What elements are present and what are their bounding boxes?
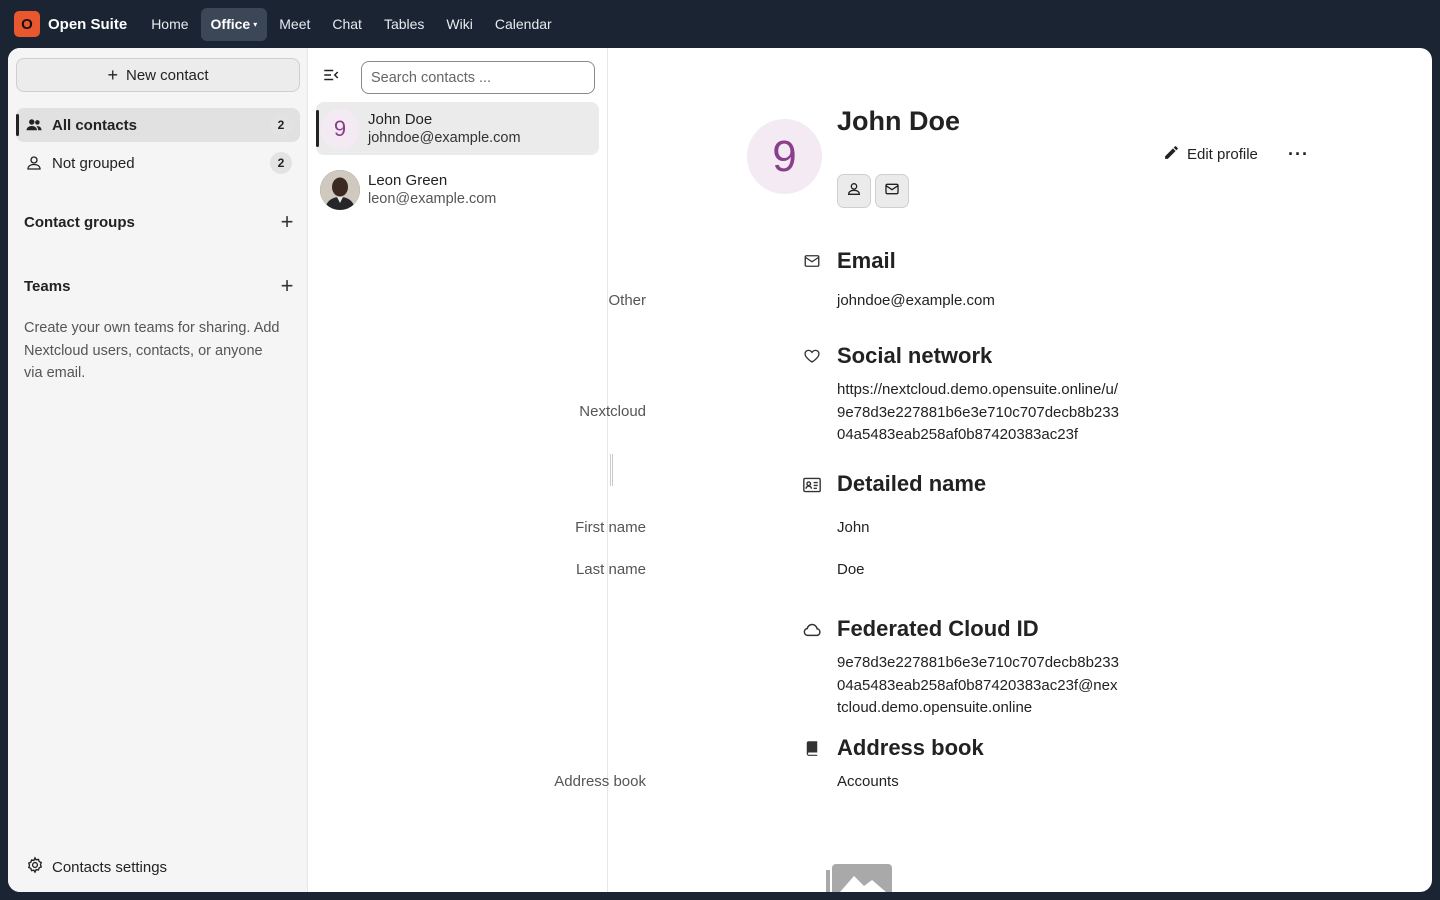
heart-icon (801, 345, 823, 367)
contact-avatar[interactable]: 9 (747, 119, 822, 194)
email-value[interactable]: johndoe@example.com (837, 290, 995, 313)
counter-badge: 2 (270, 152, 292, 174)
contact-title: John Doe (837, 106, 961, 136)
id-card-icon (801, 474, 823, 496)
nav-office-label: Office (210, 15, 251, 32)
add-group-button[interactable]: + (277, 211, 297, 233)
detailed-name-section-title: Detailed name (837, 471, 987, 496)
nav-all-contacts-label: All contacts (52, 116, 138, 134)
quick-actions (837, 174, 913, 208)
nav-not-grouped-label: Not grouped (52, 154, 135, 172)
last-name-label: Last name (575, 561, 646, 578)
nav-tables[interactable]: Tables (374, 8, 434, 41)
app-navigation: + New contact All contacts 2 Not grouped… (8, 48, 308, 892)
first-name-value[interactable]: John (837, 517, 870, 540)
nav-home[interactable]: Home (141, 8, 198, 41)
pencil-icon (1163, 144, 1180, 165)
nav-office[interactable]: Office ▾ (200, 7, 268, 41)
contact-name: Leon Green (368, 172, 448, 189)
federated-value-line: 04a5483eab258af0b87420383ac23f@nex (837, 676, 1118, 694)
add-team-button[interactable]: + (277, 275, 297, 297)
federated-value-line: tcloud.demo.opensuite.online (837, 699, 1033, 716)
contact-groups-title: Contact groups (24, 214, 135, 231)
contact-email: leon@example.com (368, 191, 497, 207)
contact-details: 9 John Doe Edit profile ··· Email Other … (554, 48, 1432, 892)
mail-icon (884, 181, 900, 202)
list-item[interactable]: 9 John Doe johndoe@example.com (316, 102, 599, 155)
avatar (320, 169, 360, 210)
counter-badge: 2 (270, 114, 292, 136)
email-section-title: Email (837, 248, 896, 273)
federated-section-title: Federated Cloud ID (837, 616, 1039, 641)
gear-icon (26, 856, 44, 878)
chevron-down-icon: ▾ (253, 20, 258, 30)
social-value-line: 9e78d3e227881b6e3e710c707decb8b233 (837, 403, 1119, 421)
brand-name[interactable]: Open Suite (48, 16, 127, 33)
collapse-list-icon[interactable] (322, 66, 342, 86)
addressbook-section-title: Address book (837, 735, 984, 760)
addressbook-value[interactable]: Accounts (837, 771, 899, 794)
contact-email: johndoe@example.com (368, 130, 521, 146)
nav-not-grouped[interactable]: Not grouped 2 (16, 146, 300, 180)
mail-action-button[interactable] (875, 174, 909, 208)
social-section-title: Social network (837, 343, 993, 368)
group-icon (24, 115, 44, 135)
nav-all-contacts[interactable]: All contacts 2 (16, 108, 300, 142)
new-contact-button[interactable]: + New contact (16, 58, 300, 92)
contacts-settings-button[interactable]: Contacts settings (26, 856, 167, 878)
contact-name: John Doe (368, 111, 433, 128)
profile-action-button[interactable] (837, 174, 871, 208)
social-value-line: https://nextcloud.demo.opensuite.online/… (837, 381, 1119, 398)
book-icon (801, 737, 823, 759)
person-icon (846, 181, 862, 202)
mail-icon (801, 250, 823, 272)
first-name-label: First name (575, 519, 646, 536)
social-value-line: 04a5483eab258af0b87420383ac23f (837, 426, 1079, 443)
plus-icon: + (107, 65, 118, 85)
list-item[interactable]: Leon Green leon@example.com (316, 163, 599, 216)
edit-profile-label: Edit profile (1187, 146, 1258, 163)
edit-profile-button[interactable]: Edit profile (1163, 144, 1258, 165)
addressbook-label: Address book (554, 773, 646, 790)
resize-handle[interactable] (610, 454, 613, 486)
new-contact-label: New contact (125, 66, 209, 84)
nav-calendar[interactable]: Calendar (485, 8, 562, 41)
top-bar: O Open Suite Home Office ▾ Meet Chat Tabl… (0, 0, 1440, 48)
avatar: 9 (320, 108, 360, 149)
social-value[interactable]: https://nextcloud.demo.opensuite.online/… (837, 379, 1119, 447)
social-type-label: Nextcloud (579, 403, 646, 420)
teams-hint-text: Create your own teams for sharing. Add N… (24, 320, 280, 381)
user-icon (24, 153, 44, 173)
nav-wiki[interactable]: Wiki (436, 8, 482, 41)
last-name-value[interactable]: Doe (837, 559, 865, 582)
cloud-icon (801, 619, 823, 641)
federated-value[interactable]: 9e78d3e227881b6e3e710c707decb8b233 04a54… (837, 652, 1119, 720)
more-actions-button[interactable]: ··· (1288, 144, 1309, 165)
app-logo[interactable]: O (14, 11, 40, 37)
contacts-app: + New contact All contacts 2 Not grouped… (8, 48, 1432, 892)
teams-title: Teams (24, 278, 71, 295)
nav-meet[interactable]: Meet (269, 8, 320, 41)
image-icon (826, 858, 894, 892)
federated-value-line: 9e78d3e227881b6e3e710c707decb8b233 (837, 654, 1119, 671)
contacts-settings-label: Contacts settings (52, 858, 168, 876)
email-type-label: Other (608, 292, 646, 309)
contact-list: 9 John Doe johndoe@example.com Leon Gree… (308, 48, 608, 892)
nav-chat[interactable]: Chat (322, 8, 372, 41)
search-input[interactable] (361, 61, 595, 94)
